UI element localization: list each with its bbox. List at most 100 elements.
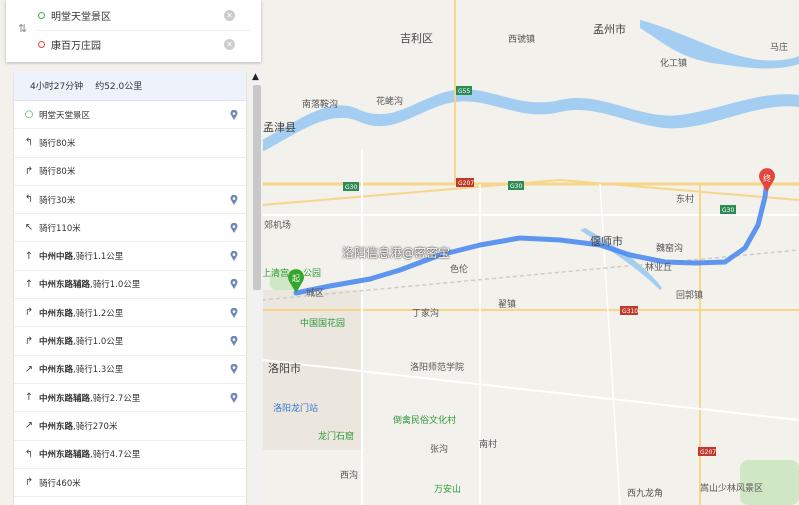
turn-slight-left-icon: ↖ <box>24 222 34 234</box>
end-field[interactable]: 康百万庄园 ✕ <box>6 30 261 58</box>
route-step-text: 骑行460米 <box>39 477 81 489</box>
route-step-text: 中州东路辅路,骑行2.7公里 <box>39 392 140 404</box>
route-step[interactable]: ↱ 中州东路,骑行1.2公里 <box>14 299 246 328</box>
route-steps-panel: 4小时27分钟 约52.0公里 ○ 明堂天堂景区 ↰ 骑行80米 ↱ 骑行80米 ↰ 骑行30… <box>14 71 246 505</box>
straight-left-icon: ↑ <box>24 278 34 290</box>
clear-icon[interactable]: ✕ <box>224 38 235 50</box>
location-pin-icon[interactable] <box>230 222 238 233</box>
scrollbar[interactable]: ▲ <box>251 71 263 505</box>
route-step[interactable]: ○ 明堂天堂景区 <box>14 101 246 130</box>
scrollbar-thumb[interactable] <box>253 85 261 290</box>
road-shield: G30 <box>722 207 734 214</box>
route-step-text: 中州东路辅路,骑行4.7公里 <box>39 448 140 460</box>
route-step[interactable]: ↰ 骑行80米 <box>14 129 246 158</box>
turn-slight-right-icon: ↗ <box>24 420 34 432</box>
route-step[interactable]: ↱ 骑行460米 <box>14 469 246 498</box>
place-guohua: 中国国花园 <box>300 317 345 329</box>
route-step[interactable]: ↱ 骑行80米 <box>14 158 246 186</box>
place-shangqing: 上清宫 <box>262 267 289 279</box>
road-shield: G30 <box>345 184 357 191</box>
route-step-distance: 明堂天堂景区 <box>39 110 91 121</box>
turn-right-icon: ↱ <box>24 477 34 488</box>
turn-left-icon: ↰ <box>24 194 34 206</box>
location-pin-icon[interactable] <box>230 336 238 347</box>
route-step[interactable]: ↱ 中州东路,骑行1.0公里 <box>14 327 246 356</box>
start-field-value: 明堂天堂景区 <box>51 11 111 23</box>
place-linyeqiu: 林业丘 <box>645 261 672 273</box>
route-step[interactable]: ↑ 中州东路辅路,骑行2.7公里 <box>14 384 246 413</box>
place-shifan: 洛阳师范学院 <box>410 361 464 373</box>
turn-right-icon: ↱ <box>24 335 34 347</box>
route-step-distance: ,骑行1.2公里 <box>73 308 124 319</box>
start-field[interactable]: 明堂天堂景区 ✕ <box>6 1 261 29</box>
clear-icon[interactable]: ✕ <box>224 9 235 21</box>
place-luoyang: 洛阳市 <box>268 361 301 375</box>
route-step-text: 骑行80米 <box>39 165 75 177</box>
place-yanshi: 偃师市 <box>590 234 623 248</box>
place-nanjia: 南村 <box>479 438 497 450</box>
place-daoqing: 倒禽民俗文化村 <box>393 414 456 426</box>
location-pin-icon[interactable] <box>230 392 238 403</box>
place-huagong: 化工镇 <box>660 57 687 69</box>
route-step-text: 骑行80米 <box>39 137 75 149</box>
route-step-road: 中州东路 <box>39 337 74 348</box>
end-field-value: 康百万庄园 <box>51 40 101 52</box>
road-shield: G30 <box>510 183 522 190</box>
place-xigou: 西沟 <box>340 469 358 481</box>
location-pin-icon[interactable] <box>230 307 238 318</box>
place-nanluojian: 南落鞍沟 <box>302 98 338 110</box>
place-dongcun: 东村 <box>676 193 694 205</box>
scroll-up-icon[interactable]: ▲ <box>252 72 259 82</box>
turn-right-icon: ↱ <box>24 165 34 177</box>
road-shield: G207 <box>700 449 716 456</box>
place-xiwu: 西號镇 <box>508 33 535 45</box>
route-step[interactable]: ↗ 中州东路,骑行1.3公里 <box>14 356 246 384</box>
route-distance: 约52.0公里 <box>95 82 143 92</box>
route-step[interactable]: ↖ 骑行110米 <box>14 214 246 243</box>
green-area <box>740 460 799 505</box>
place-zhanggou: 张沟 <box>430 443 448 455</box>
route-step-distance: ,骑行270米 <box>73 421 118 432</box>
location-pin-icon[interactable] <box>230 194 238 205</box>
route-step-text: 中州东路,骑行1.2公里 <box>39 307 123 319</box>
route-step-distance: ,骑行1.0公里 <box>73 337 124 348</box>
route-step-road: 中州中路 <box>39 252 74 263</box>
route-step-distance: 骑行30米 <box>39 195 76 206</box>
route-step-road: 中州东路辅路 <box>39 280 91 291</box>
straight-icon: ↑ <box>24 250 34 262</box>
place-airport: 郊机场 <box>264 219 291 231</box>
route-step-road: 中州东路辅路 <box>39 393 91 404</box>
place-weiyaogou: 魏窑沟 <box>656 242 683 254</box>
place-jiuxian: 西九龙角 <box>627 487 663 499</box>
route-step-distance: 骑行110米 <box>39 223 81 234</box>
route-step-text: 明堂天堂景区 <box>39 109 90 121</box>
route-step-distance: ,骑行4.7公里 <box>90 450 141 461</box>
route-step-text: 中州中路,骑行1.1公里 <box>39 250 123 262</box>
route-summary: 4小时27分钟 约52.0公里 <box>14 71 246 101</box>
place-jili: 吉利区 <box>400 32 433 45</box>
location-pin-icon[interactable] <box>230 251 238 262</box>
end-marker-label: 终 <box>763 173 771 183</box>
place-mengzhou: 孟州市 <box>593 22 626 36</box>
location-pin-icon[interactable] <box>230 109 238 120</box>
route-step-text: 中州东路,骑行1.0公里 <box>39 335 123 347</box>
route-step[interactable]: ↗ 中州东路,骑行270米 <box>14 412 246 441</box>
route-step[interactable]: ↑ 中州中路,骑行1.1公里 <box>14 242 246 271</box>
route-step[interactable]: ↰ 骑行30米 <box>14 186 246 215</box>
route-step[interactable]: ↰ 中州东路辅路,骑行4.7公里 <box>14 441 246 469</box>
route-step-text: 中州东路辅路,骑行1.0公里 <box>39 278 140 290</box>
place-gongyuan: 公园 <box>303 268 321 279</box>
route-step-road: 中州东路 <box>39 421 74 432</box>
route-step-text: 骑行110米 <box>39 222 81 234</box>
location-pin-icon[interactable] <box>230 364 238 375</box>
watermark: 洛阳信息港@密密宝 <box>342 246 451 260</box>
route-step-distance: ,骑行1.3公里 <box>73 365 124 376</box>
turn-left-icon: ↰ <box>24 448 34 460</box>
route-step-distance: ,骑行1.1公里 <box>73 252 124 263</box>
route-step[interactable]: ↑ 中州东路辅路,骑行1.0公里 <box>14 271 246 300</box>
place-sefou: 色伦 <box>450 263 468 275</box>
location-pin-icon[interactable] <box>230 279 238 290</box>
road-shield: G55 <box>458 88 470 95</box>
route-step-road: 中州东路 <box>39 365 74 376</box>
place-longmen: 龙门石窟 <box>318 430 354 442</box>
